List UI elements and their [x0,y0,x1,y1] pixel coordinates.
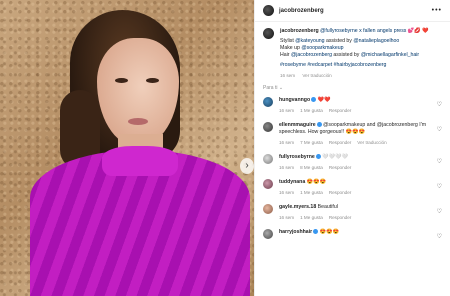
commenter-avatar[interactable] [263,179,273,189]
commenter-username[interactable]: ellenmmaguire [279,122,316,128]
assisted-label: assisted by [324,38,354,44]
reply-button[interactable]: Responder [329,165,351,170]
comment-text: 😍😍😍 [319,229,339,235]
comment-likes[interactable]: 1 Me gusta [300,190,323,195]
caption-avatar[interactable] [263,28,274,39]
comment-body: fullyrosebyrne 🤍🤍🤍🤍 16 sem 8 Me gusta Respo… [279,154,442,171]
comment-row: fullyrosebyrne 🤍🤍🤍🤍 16 sem 8 Me gusta Respo… [255,150,450,175]
comment-body: harryjoshhair 😍😍😍 [279,229,442,239]
caption: jacobrozenberg @fullyrosebyrne x fallen … [255,22,450,79]
caption-body: jacobrozenberg @fullyrosebyrne x fallen … [280,28,442,79]
like-heart-icon[interactable]: ♡ [437,233,442,240]
caption-heart: ❤️ [422,28,429,34]
comments-list: hungvanngo ❤️❤️ 16 sem 1 Me gusta Responder… [255,93,450,243]
comment-meta: 16 sem 1 Me gusta Responder [279,189,442,196]
comment-row: hungvanngo ❤️❤️ 16 sem 1 Me gusta Responder… [255,93,450,118]
author-username[interactable]: jacobrozenberg [279,8,324,14]
makeup-label: Make up [280,45,302,51]
credits: Stylist @kateyoung assisted by @nataliep… [280,38,442,59]
caption-meta: 16 sem Ver traducción [280,72,442,79]
hair-assist-link[interactable]: @michaellagarfinkel_hair [361,52,419,58]
makeup-link[interactable]: @sooparkmakeup [301,45,343,51]
like-heart-icon[interactable]: ♡ [437,126,442,133]
comment-body: hungvanngo ❤️❤️ 16 sem 1 Me gusta Responder [279,97,442,114]
verified-badge-icon [311,97,317,103]
stylist-link[interactable]: @kateyoung [295,38,324,44]
like-heart-icon[interactable]: ♡ [437,158,442,165]
like-heart-icon[interactable]: ♡ [437,183,442,190]
author-avatar[interactable] [263,5,274,16]
reply-button[interactable]: Responder [329,108,351,113]
hashtags[interactable]: #rosebyrne #redcarpet #hairbyjacobrozenb… [280,62,442,69]
verified-badge-icon [316,122,322,128]
left-eye [115,78,128,83]
verified-badge-icon [313,229,319,235]
comment-likes[interactable]: 8 Me gusta [300,165,323,170]
comment-meta: 16 sem 1 Me gusta Responder [279,214,442,221]
commenter-username[interactable]: hungvanngo [279,97,310,103]
comment-likes[interactable]: 7 Me gusta [300,140,323,145]
dress-collar [102,146,178,176]
comment-time: 16 sem [279,215,295,220]
comment-text: 🤍🤍🤍🤍 [322,154,349,160]
caption-translate[interactable]: Ver traducción [302,73,331,78]
caption-text: @fullyrosebyrne x fallen angels press 💕💋 [320,28,421,34]
commenter-username[interactable]: harryjoshhair [279,229,312,235]
sort-dropdown[interactable]: Para ti ⌄ [255,79,450,93]
comment-row: harryjoshhair 😍😍😍 ♡ [255,225,450,243]
caption-username[interactable]: jacobrozenberg [280,28,319,34]
comment-body: tuddynana 😍😍😍 16 sem 1 Me gusta Responder [279,179,442,196]
comment-time: 16 sem [279,190,295,195]
comment-time: 16 sem [279,165,295,170]
right-eye [146,78,159,83]
comment-text: ❤️❤️ [317,97,331,103]
commenter-username[interactable]: gayle.myers.18 [279,204,316,210]
caption-time: 16 sem [280,73,296,78]
commenter-avatar[interactable] [263,122,273,132]
reply-button[interactable]: Responder [329,140,351,145]
comment-meta: 16 sem 8 Me gusta Responder [279,164,442,171]
commenter-username[interactable]: tuddynana [279,179,305,185]
comment-translate[interactable]: Ver traducción [357,140,386,145]
post-photo: › [0,0,254,296]
comment-row: ellenmmaguire @sooparkmakeup and @jacobr… [255,118,450,150]
comment-time: 16 sem [279,108,295,113]
commenter-avatar[interactable] [263,154,273,164]
commenter-avatar[interactable] [263,97,273,107]
commenter-username[interactable]: fullyrosebyrne [279,154,315,160]
comment-row: gayle.myers.18 Beautiful 16 sem 1 Me gusta… [255,200,450,225]
like-heart-icon[interactable]: ♡ [437,208,442,215]
commenter-avatar[interactable] [263,229,273,239]
comment-row: tuddynana 😍😍😍 16 sem 1 Me gusta Responder ♡ [255,175,450,200]
more-options-icon[interactable]: ••• [432,7,442,14]
reply-button[interactable]: Responder [329,215,351,220]
comment-body: gayle.myers.18 Beautiful 16 sem 1 Me gusta… [279,204,442,221]
verified-badge-icon [315,154,321,160]
hair-link[interactable]: @jacobrozenberg [291,52,332,58]
comment-meta: 16 sem 7 Me gusta Responder Ver traducción [279,139,442,146]
carousel-next-arrow-icon[interactable]: › [240,158,254,174]
like-heart-icon[interactable]: ♡ [437,101,442,108]
comment-likes[interactable]: 1 Me gusta [300,215,323,220]
reply-button[interactable]: Responder [329,190,351,195]
commenter-avatar[interactable] [263,204,273,214]
hair-label: Hair [280,52,291,58]
comment-body: ellenmmaguire @sooparkmakeup and @jacobr… [279,122,442,146]
comment-likes[interactable]: 1 Me gusta [300,108,323,113]
comment-text: Beautiful [317,204,338,210]
comment-meta: 16 sem 1 Me gusta Responder [279,107,442,114]
stylist-assist-link[interactable]: @natalieplagoelhoo [353,38,399,44]
post-side-panel: jacobrozenberg ••• jacobrozenberg @fully… [254,0,450,296]
post-header: jacobrozenberg ••• [255,0,450,22]
assisted-label-2: assisted by [331,52,361,58]
stylist-label: Stylist [280,38,296,44]
lips [128,118,148,125]
comment-text: 😍😍😍 [306,179,327,185]
comment-time: 16 sem [279,140,295,145]
